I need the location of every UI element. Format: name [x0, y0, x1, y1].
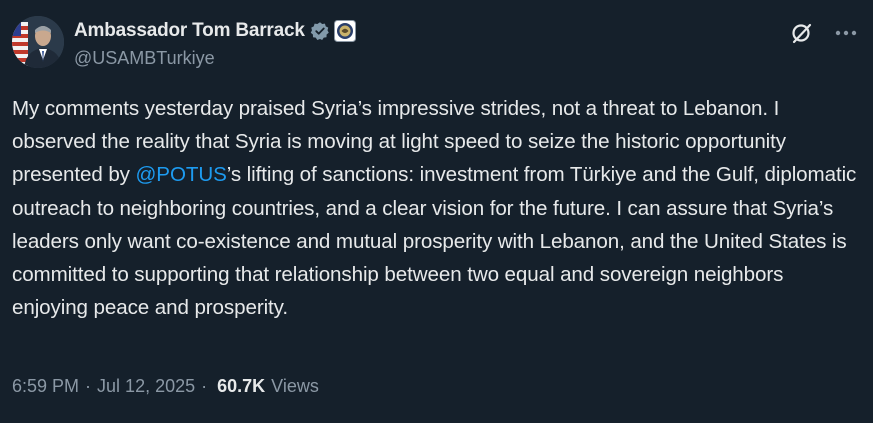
tweet-text-part-2: ’s lifting of sanctions: investment from… [12, 163, 862, 320]
us-embassy-seal-icon[interactable] [333, 20, 356, 42]
tweet-text: My comments yesterday praised Syria’s im… [12, 92, 864, 324]
display-name[interactable]: Ambassador Tom Barrack [74, 20, 305, 42]
verified-badge-icon[interactable] [310, 21, 330, 41]
tweet-metadata: 6:59 PM · Jul 12, 2025 · 60.7K Views [12, 376, 319, 397]
views-label: Views [271, 376, 319, 396]
handle[interactable]: @USAMBTurkiye [74, 48, 356, 69]
more-options-icon[interactable] [835, 29, 857, 37]
tweet-time[interactable]: 6:59 PM [12, 376, 79, 397]
author-names: Ambassador Tom Barrack @USAMBTurkiye [74, 18, 356, 69]
meta-separator: · [85, 376, 92, 396]
views-count[interactable]: 60.7K [217, 376, 265, 397]
grok-icon[interactable] [789, 20, 815, 46]
tweet-date[interactable]: Jul 12, 2025 [97, 376, 195, 397]
meta-separator-2: · [201, 376, 208, 396]
name-row: Ambassador Tom Barrack [74, 18, 356, 44]
tweet-card: Ambassador Tom Barrack @USAMBTurkiye My … [0, 0, 873, 423]
avatar-image [12, 16, 64, 68]
tweet-header: Ambassador Tom Barrack @USAMBTurkiye [12, 16, 356, 69]
avatar[interactable] [12, 16, 64, 68]
mention-link-potus[interactable]: @POTUS [136, 163, 227, 186]
tweet-actions [789, 20, 857, 46]
